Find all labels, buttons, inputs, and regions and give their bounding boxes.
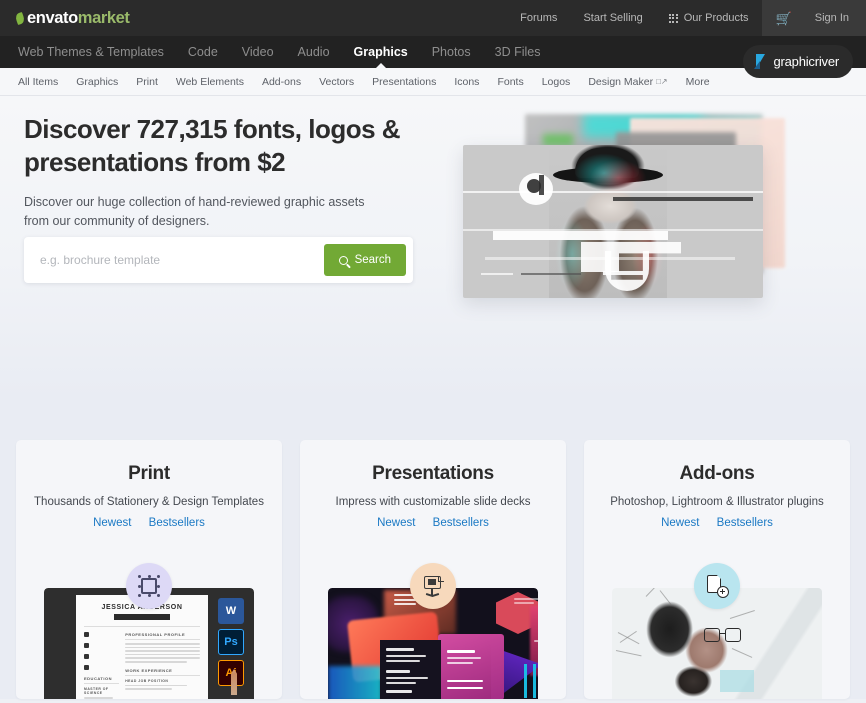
crop-icon (137, 574, 161, 598)
card-presentations-bestsellers-link[interactable]: Bestsellers (433, 517, 489, 529)
subnav-all-items[interactable]: All Items (18, 68, 67, 96)
hero-art-main-image (463, 145, 763, 298)
card-add-ons-bestsellers-link[interactable]: Bestsellers (717, 517, 773, 529)
subnav-print[interactable]: Print (127, 68, 167, 96)
search-bar: Search (24, 237, 413, 283)
photoshop-icon: Ps (218, 629, 244, 655)
page-title: Discover 727,315 fonts, logos & presenta… (24, 114, 401, 178)
envato-market-logo[interactable]: envato market (14, 8, 130, 28)
card-print[interactable]: Print Thousands of Stationery & Design T… (16, 440, 282, 699)
resume-section-profile: PROFESSIONAL PROFILE (125, 632, 186, 637)
card-print-title: Print (128, 463, 170, 484)
card-print-bestsellers-link[interactable]: Bestsellers (149, 517, 205, 529)
resume-document: JESSICA ANDERSON EDUCATION MASTER OF SCI… (76, 595, 208, 699)
forums-link[interactable]: Forums (507, 0, 570, 36)
search-button[interactable]: Search (323, 244, 406, 276)
nav-video[interactable]: Video (230, 36, 286, 68)
resume-section-experience: WORK EXPERIENCE (125, 667, 173, 673)
pencil-icon (231, 669, 237, 695)
external-link-icon: □↗ (656, 77, 668, 86)
nav-web-themes[interactable]: Web Themes & Templates (18, 36, 176, 68)
card-add-ons-links: Newest Bestsellers (584, 517, 850, 529)
subnav-logos[interactable]: Logos (533, 68, 580, 96)
subnav-design-maker-label: Design Maker (588, 75, 654, 88)
card-add-ons[interactable]: Add-ons Photoshop, Lightroom & Illustrat… (584, 440, 850, 699)
search-icon (338, 255, 348, 265)
card-presentations-links: Newest Bestsellers (300, 517, 566, 529)
subnav-web-elements[interactable]: Web Elements (167, 68, 253, 96)
logo-text-envato: envato (27, 8, 78, 27)
logo-text-market: market (77, 8, 130, 27)
nav-audio[interactable]: Audio (286, 36, 342, 68)
start-selling-link[interactable]: Start Selling (570, 0, 655, 36)
our-products-label: Our Products (683, 12, 749, 24)
card-add-ons-title: Add-ons (679, 463, 755, 484)
signin-group: 🛒 Sign In (761, 0, 866, 36)
resume-sub-masters: MASTER OF SCIENCE (84, 687, 109, 695)
crop-icon-badge (126, 563, 172, 609)
card-presentations-title: Presentations (372, 463, 494, 484)
card-add-ons-newest-link[interactable]: Newest (661, 517, 699, 529)
subnav-graphics[interactable]: Graphics (67, 68, 127, 96)
card-add-ons-subtitle: Photoshop, Lightroom & Illustrator plugi… (610, 496, 824, 508)
cart-button[interactable]: 🛒 (766, 0, 802, 36)
nav-graphics[interactable]: Graphics (342, 36, 420, 68)
search-button-label: Search (354, 254, 391, 266)
hero-section: Discover 727,315 fonts, logos & presenta… (0, 96, 866, 397)
word-icon: W (218, 598, 244, 624)
card-print-newest-link[interactable]: Newest (93, 517, 131, 529)
card-print-subtitle: Thousands of Stationery & Design Templat… (34, 496, 264, 508)
graphicriver-badge[interactable]: graphicriver (743, 45, 853, 78)
category-cards-section: Print Thousands of Stationery & Design T… (0, 397, 866, 699)
graphicriver-logo-icon (754, 54, 767, 69)
presentation-icon-badge (410, 563, 456, 609)
card-print-links: Newest Bestsellers (16, 517, 282, 529)
card-presentations[interactable]: Presentations Impress with customizable … (300, 440, 566, 699)
glasses-figure (704, 628, 744, 643)
card-presentations-newest-link[interactable]: Newest (377, 517, 415, 529)
subnav-add-ons[interactable]: Add-ons (253, 68, 310, 96)
sign-in-link[interactable]: Sign In (802, 0, 862, 36)
our-products-link[interactable]: Our Products (656, 0, 762, 36)
resume-section-education: EDUCATION (84, 676, 112, 681)
subnav-presentations[interactable]: Presentations (363, 68, 445, 96)
resume-sub-position: HEAD JOB POSITION (125, 678, 169, 683)
sub-navigation: All Items Graphics Print Web Elements Ad… (0, 68, 866, 96)
leaf-icon (14, 11, 26, 25)
cart-icon: 🛒 (775, 10, 792, 26)
subnav-vectors[interactable]: Vectors (310, 68, 363, 96)
top-right-links: Forums Start Selling Our Products 🛒 Sign… (507, 0, 866, 36)
presentation-screen-icon (422, 574, 444, 598)
nav-code[interactable]: Code (176, 36, 230, 68)
grid-icon (668, 13, 678, 23)
subnav-icons[interactable]: Icons (445, 68, 488, 96)
page-root: envato market Forums Start Selling Our P… (0, 0, 866, 703)
subnav-design-maker[interactable]: Design Maker □↗ (579, 68, 676, 96)
main-navigation: Web Themes & Templates Code Video Audio … (0, 36, 866, 68)
hero-copy: Discover 727,315 fonts, logos & presenta… (24, 113, 434, 231)
subnav-fonts[interactable]: Fonts (488, 68, 532, 96)
hero-artwork (440, 104, 860, 344)
subnav-more[interactable]: More (677, 68, 719, 96)
nav-photos[interactable]: Photos (420, 36, 483, 68)
add-file-icon (705, 574, 729, 598)
nav-3d-files[interactable]: 3D Files (483, 36, 553, 68)
hero-subtitle: Discover our huge collection of hand-rev… (24, 194, 365, 228)
add-file-icon-badge (694, 563, 740, 609)
card-presentations-subtitle: Impress with customizable slide decks (335, 496, 531, 508)
resume-tagline (114, 614, 170, 620)
graphicriver-label: graphicriver (773, 54, 839, 69)
search-input[interactable] (40, 253, 324, 267)
top-utility-bar: envato market Forums Start Selling Our P… (0, 0, 866, 36)
